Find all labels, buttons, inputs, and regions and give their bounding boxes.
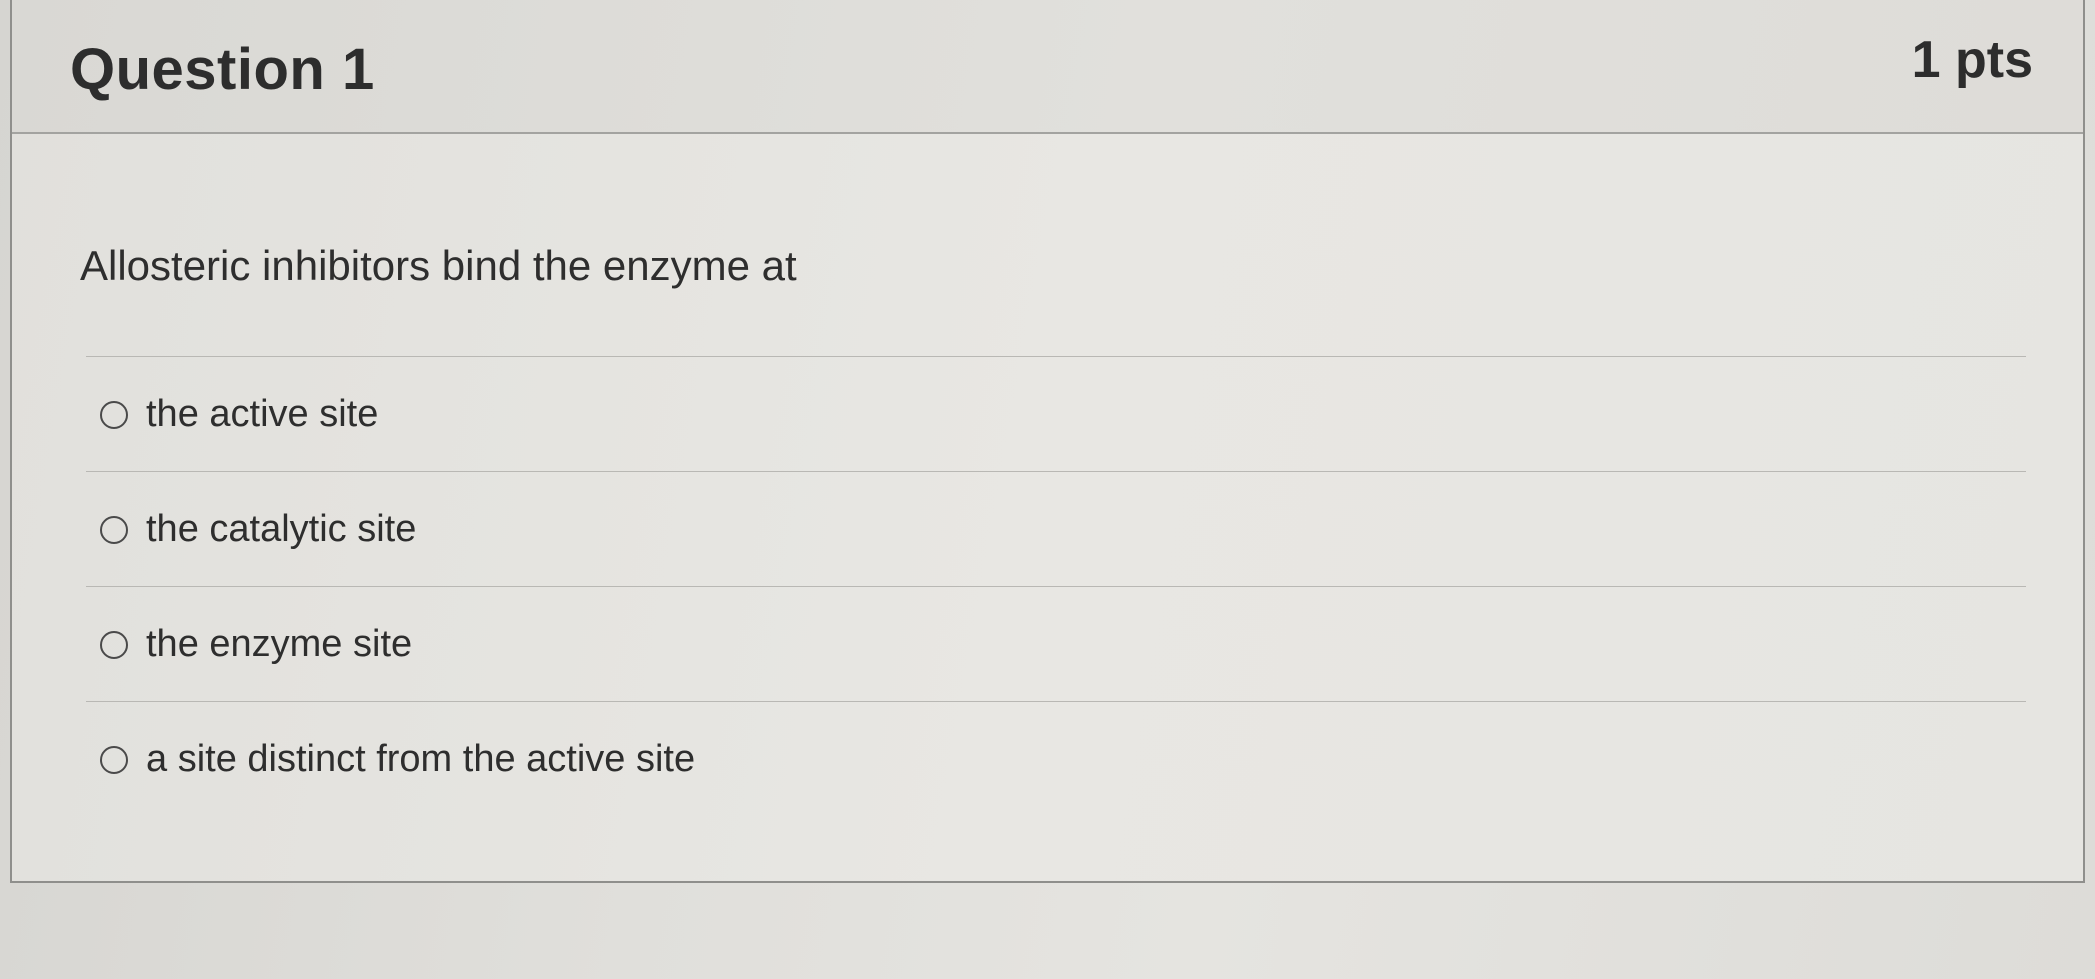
answer-option-2[interactable]: the catalytic site xyxy=(100,508,416,551)
answer-label: the active site xyxy=(146,393,379,435)
radio-button[interactable] xyxy=(100,745,128,774)
answer-option-3[interactable]: the enzyme site xyxy=(100,623,412,666)
answer-option-1[interactable]: the active site xyxy=(100,393,378,436)
answer-row: the enzyme site xyxy=(86,586,2026,701)
question-header: Question 1 1 pts xyxy=(12,0,2083,134)
question-text: Allosteric inhibitors bind the enzyme at xyxy=(80,242,797,289)
answers-list: the active site the catalytic site the e… xyxy=(86,356,2026,816)
question-card: Question 1 1 pts Allosteric inhibitors b… xyxy=(10,0,2085,883)
radio-button[interactable] xyxy=(100,400,128,429)
answer-label: the catalytic site xyxy=(146,508,417,550)
answer-row: the active site xyxy=(86,356,2026,471)
answer-label: a site distinct from the active site xyxy=(146,738,696,780)
question-title: Question 1 xyxy=(70,37,375,102)
radio-button[interactable] xyxy=(100,515,128,544)
radio-button[interactable] xyxy=(100,630,128,659)
answer-label: the enzyme site xyxy=(146,623,413,665)
question-points: 1 pts xyxy=(1911,31,2033,89)
answer-row: the catalytic site xyxy=(86,471,2026,586)
answer-row: a site distinct from the active site xyxy=(86,701,2026,816)
answer-option-4[interactable]: a site distinct from the active site xyxy=(100,738,695,781)
